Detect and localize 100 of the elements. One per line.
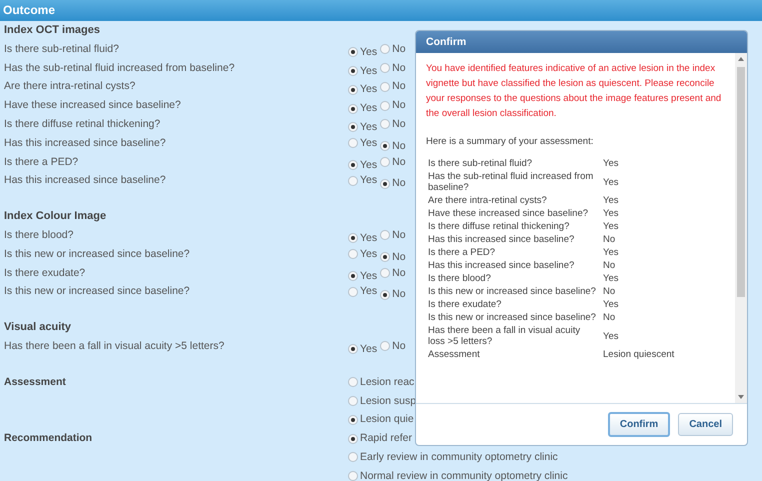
scrollbar[interactable]: [735, 53, 747, 403]
radio-option[interactable]: Yes: [348, 99, 378, 118]
radio-button[interactable]: [348, 396, 358, 406]
summary-question: Has this increased since baseline?: [427, 259, 576, 272]
scroll-down-icon[interactable]: [738, 395, 744, 399]
summary-answer: Yes: [602, 272, 620, 286]
summary-question: Has the sub-retinal fluid increased from baseline?: [427, 170, 594, 194]
summary-answer: Yes: [602, 157, 620, 170]
radio-option[interactable]: No: [380, 77, 406, 96]
radio-button[interactable]: [380, 62, 390, 73]
radio-button[interactable]: [380, 341, 390, 352]
question-label: Is this new or increased since baseline?: [4, 284, 191, 300]
radio-button[interactable]: [348, 47, 358, 58]
radio-option[interactable]: Rapid refer: [348, 429, 412, 448]
radio-option[interactable]: Lesion quie: [348, 410, 414, 430]
radio-button[interactable]: [348, 66, 358, 76]
summary-answer: Yes: [602, 298, 620, 312]
radio-button[interactable]: [380, 268, 390, 278]
radio-option[interactable]: No: [380, 174, 406, 194]
question-label: Is there sub-retinal fluid?: [4, 42, 120, 57]
dialog-button[interactable]: Cancel: [678, 413, 733, 436]
summary-question: Are there intra-retinal cysts?: [427, 194, 548, 208]
radio-button[interactable]: [348, 249, 358, 260]
radio-option[interactable]: Yes: [348, 80, 378, 100]
radio-button[interactable]: [380, 230, 390, 240]
radio-option[interactable]: Yes: [348, 42, 378, 62]
section-header: Outcome: [0, 0, 762, 21]
question-label: Have these increased since baseline?: [4, 98, 182, 114]
dialog-title: Confirm: [416, 31, 747, 53]
radio-button[interactable]: [380, 100, 390, 111]
summary-question: Is there a PED?: [427, 246, 496, 260]
radio-button[interactable]: [380, 290, 390, 300]
radio-button[interactable]: [348, 160, 358, 170]
radio-option[interactable]: No: [380, 114, 406, 134]
warning-message: You have identified features indicative of an active lesion in the index vignette but have classified the lesion as quiescent. Please reconcile your responses to the questions about the image features present and the overall lesion classification.: [426, 62, 722, 121]
summary-question: Is there blood?: [427, 272, 492, 286]
radio-button[interactable]: [380, 141, 390, 152]
radio-button[interactable]: [348, 286, 358, 297]
summary-answer: Yes: [602, 176, 620, 190]
radio-button[interactable]: [348, 414, 358, 425]
summary-intro: Here is a summary of your assessment:: [426, 135, 594, 149]
radio-button[interactable]: [348, 471, 358, 481]
radio-option[interactable]: Early review in community optometry clinic: [348, 448, 558, 467]
summary-answer: Yes: [602, 330, 620, 344]
radio-button[interactable]: [348, 434, 358, 444]
radio-button[interactable]: [348, 138, 358, 148]
question-label: Has there been a fall in visual acuity >5 letters?: [4, 338, 226, 354]
radio-button[interactable]: [348, 176, 358, 186]
question-label: Has this increased since baseline?: [4, 173, 167, 188]
radio-button[interactable]: [348, 344, 358, 354]
radio-option[interactable]: Yes: [348, 340, 378, 359]
summary-answer: No: [602, 233, 616, 246]
section-title: Visual acuity: [4, 320, 72, 336]
radio-option[interactable]: Lesion reac: [348, 372, 414, 392]
radio-button[interactable]: [348, 122, 358, 132]
question-label: Has the sub-retinal fluid increased from baseline?: [4, 60, 236, 76]
radio-option[interactable]: No: [380, 285, 406, 304]
summary-answer: Yes: [602, 220, 620, 234]
question-label: Is there diffuse retinal thickening?: [4, 116, 162, 132]
section-title: Assessment: [4, 376, 66, 388]
summary-question: Is there sub-retinal fluid?: [427, 157, 534, 170]
summary-question: Has there been a fall in visual acuity loss >5 letters?: [427, 324, 582, 348]
radio-button[interactable]: [380, 44, 390, 54]
radio-button[interactable]: [348, 104, 358, 114]
radio-button[interactable]: [348, 377, 358, 388]
summary-answer: Yes: [602, 207, 620, 220]
radio-button[interactable]: [348, 452, 358, 462]
section-title: Recommendation: [4, 432, 92, 444]
radio-button[interactable]: [380, 252, 390, 262]
radio-button[interactable]: [380, 156, 390, 167]
dialog-button[interactable]: Confirm: [608, 412, 670, 437]
radio-button[interactable]: [348, 270, 358, 281]
radio-button[interactable]: [380, 82, 390, 92]
radio-option[interactable]: Normal review in community optometry clinic: [348, 466, 568, 481]
radio-button[interactable]: [348, 84, 358, 95]
summary-answer: Lesion quiescent: [602, 348, 676, 362]
radio-option[interactable]: No: [380, 40, 406, 59]
question-label: Is there a PED?: [4, 154, 80, 170]
summary-answer: No: [602, 259, 616, 272]
question-label: Are there intra-retinal cysts?: [4, 79, 136, 94]
radio-button[interactable]: [380, 178, 390, 189]
question-label: Has this increased since baseline?: [4, 136, 167, 151]
radio-option[interactable]: No: [380, 96, 406, 115]
radio-option[interactable]: No: [380, 58, 406, 78]
scroll-up-icon[interactable]: [738, 57, 744, 61]
summary-answer: No: [602, 285, 616, 298]
radio-option[interactable]: Yes: [348, 62, 378, 80]
summary-question: Has this increased since baseline?: [427, 233, 576, 246]
question-label: Is there blood?: [4, 228, 74, 243]
radio-option[interactable]: No: [380, 336, 406, 356]
summary-question: Is there diffuse retinal thickening?: [427, 220, 570, 234]
radio-option[interactable]: No: [380, 226, 406, 245]
summary-question: Is this new or increased since baseline?: [427, 311, 597, 324]
radio-button[interactable]: [380, 119, 390, 130]
radio-button[interactable]: [348, 233, 358, 244]
summary-answer: Yes: [602, 246, 620, 260]
radio-option[interactable]: Lesion susp: [348, 392, 416, 410]
summary-answer: Yes: [602, 194, 620, 208]
question-label: Is this new or increased since baseline?: [4, 246, 191, 262]
summary-question: Is there exudate?: [427, 298, 502, 312]
